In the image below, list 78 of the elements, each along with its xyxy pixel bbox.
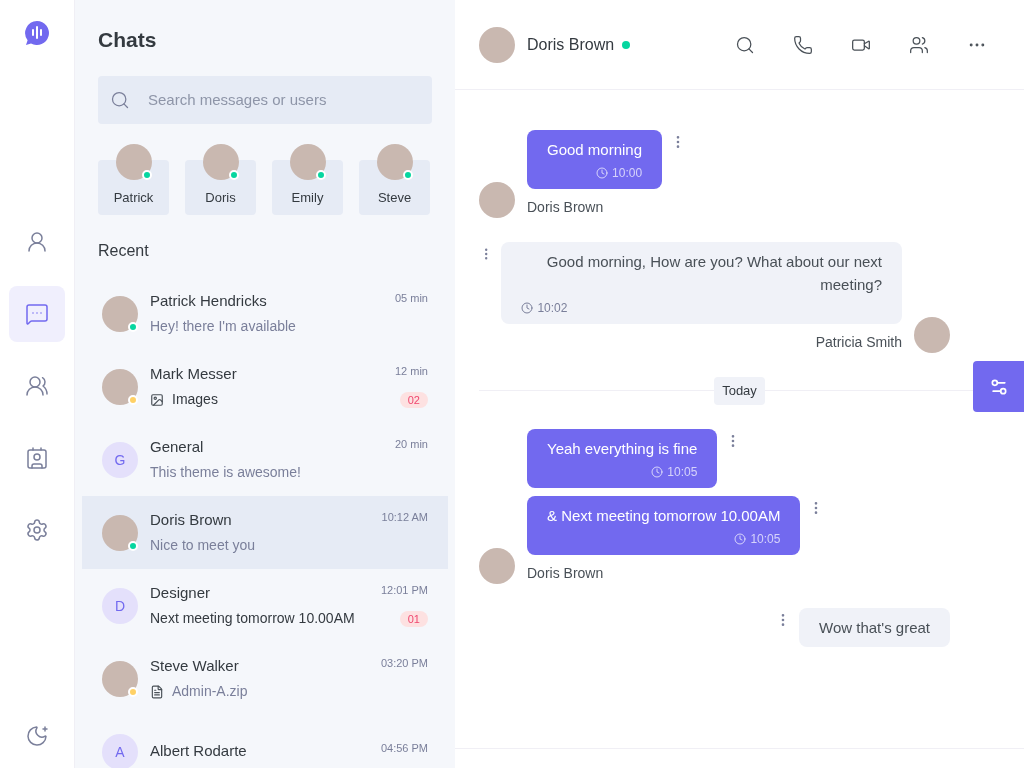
message-text: & Next meeting tomorrow 10.00AM: [547, 505, 781, 526]
contact-name: Steve Walker: [150, 655, 239, 676]
contact-name: Patrick Hendricks: [150, 290, 267, 311]
contact-name: Doris Brown: [527, 34, 615, 55]
user-group-icon[interactable]: [909, 34, 929, 55]
message-preview: Nice to meet you: [150, 536, 256, 556]
image-icon: [150, 392, 164, 407]
message-preview: Hey! there I'm available: [150, 317, 296, 337]
message-time: 03:20 PM: [380, 655, 428, 671]
message-time: 05 min: [394, 290, 428, 306]
message-text: Good morning: [547, 140, 643, 160]
conversation-item[interactable]: G General 20 min This theme is awesome!: [82, 423, 448, 496]
contact-name: Mark Messer: [150, 363, 237, 384]
avatar-initial: G: [102, 441, 138, 478]
avatar-initial: D: [102, 587, 138, 624]
groups-icon: [25, 374, 49, 398]
conversation-item[interactable]: D Designer 12:01 PM Next meeting tomorrow 10.00AM 01: [82, 569, 448, 642]
message-preview: Images: [172, 390, 218, 410]
sender-name: Doris Brown: [527, 563, 604, 583]
message-text: Yeah everything is fine: [547, 438, 698, 459]
message-preview: Next meeting tomorrow 10.00AM: [150, 609, 355, 629]
search-icon[interactable]: [735, 34, 755, 55]
contact-name: Doris Brown: [150, 509, 232, 530]
avatar: [102, 660, 138, 697]
message-time: 10:05: [750, 530, 781, 547]
theme-toggle-icon[interactable]: [25, 724, 49, 748]
message-time: 04:56 PM: [380, 741, 428, 757]
message-text: Wow that's great: [819, 617, 930, 638]
conversation-item[interactable]: Mark Messer 12 min Images 02: [82, 350, 448, 423]
search-icon: [110, 89, 130, 110]
phone-icon[interactable]: [793, 34, 813, 55]
message-time: 12:01 PM: [380, 582, 428, 598]
sender-name: Doris Brown: [527, 198, 604, 217]
section-title: Recent: [98, 241, 150, 261]
clock-icon: [596, 167, 609, 179]
message-text: Good morning, How are you? What about our next meeting?: [545, 252, 882, 295]
logo-icon: [24, 20, 50, 46]
message-time: 10:00: [612, 165, 643, 181]
settings-button[interactable]: [973, 361, 1024, 412]
conversation-item[interactable]: Patrick Hendricks 05 min Hey! there I'm available: [82, 277, 448, 350]
avatar: [102, 514, 138, 551]
avatar: [376, 143, 413, 180]
panel-title: Chats: [98, 27, 158, 53]
avatar: [202, 143, 239, 180]
avatar: [479, 547, 515, 584]
clock-icon: [651, 465, 664, 478]
profile-icon: [25, 230, 49, 254]
avatar-initial: A: [102, 733, 138, 768]
message-preview: This theme is awesome!: [150, 463, 301, 483]
message-time: 10:12 AM: [381, 509, 428, 525]
contact-name: Designer: [150, 582, 211, 603]
unread-badge: 02: [399, 391, 428, 408]
unread-badge: 01: [399, 610, 428, 627]
message-time: 12 min: [394, 363, 428, 379]
message-time: 10:02: [537, 300, 568, 316]
contact-name: Albert Rodarte: [150, 741, 247, 762]
sender-name: Patricia Smith: [815, 333, 902, 352]
file-icon: [150, 684, 164, 699]
avatar: [115, 143, 152, 180]
chat-icon: [25, 302, 49, 326]
conversation-item[interactable]: Steve Walker 03:20 PM Admin-A.zip: [82, 642, 448, 715]
avatar: [102, 295, 138, 332]
contacts-icon: [25, 446, 49, 470]
conversation-item[interactable]: Doris Brown 10:12 AM Nice to meet you: [82, 496, 448, 569]
avatar: [289, 143, 326, 180]
nav-tab[interactable]: [9, 286, 65, 342]
message-time: 10:05: [667, 463, 698, 480]
clock-icon: [734, 532, 747, 545]
search-field[interactable]: Search messages or users: [98, 75, 432, 124]
avatar: [102, 368, 138, 405]
message-time: 20 min: [394, 436, 428, 452]
avatar: [914, 317, 950, 353]
avatar: [479, 182, 515, 218]
contact-name: General: [150, 436, 204, 457]
avatar: [479, 26, 515, 63]
conversation-item[interactable]: A Albert Rodarte 04:56 PM: [82, 715, 448, 768]
message-preview: Admin-A.zip: [172, 682, 248, 702]
clock-icon: [521, 302, 534, 314]
